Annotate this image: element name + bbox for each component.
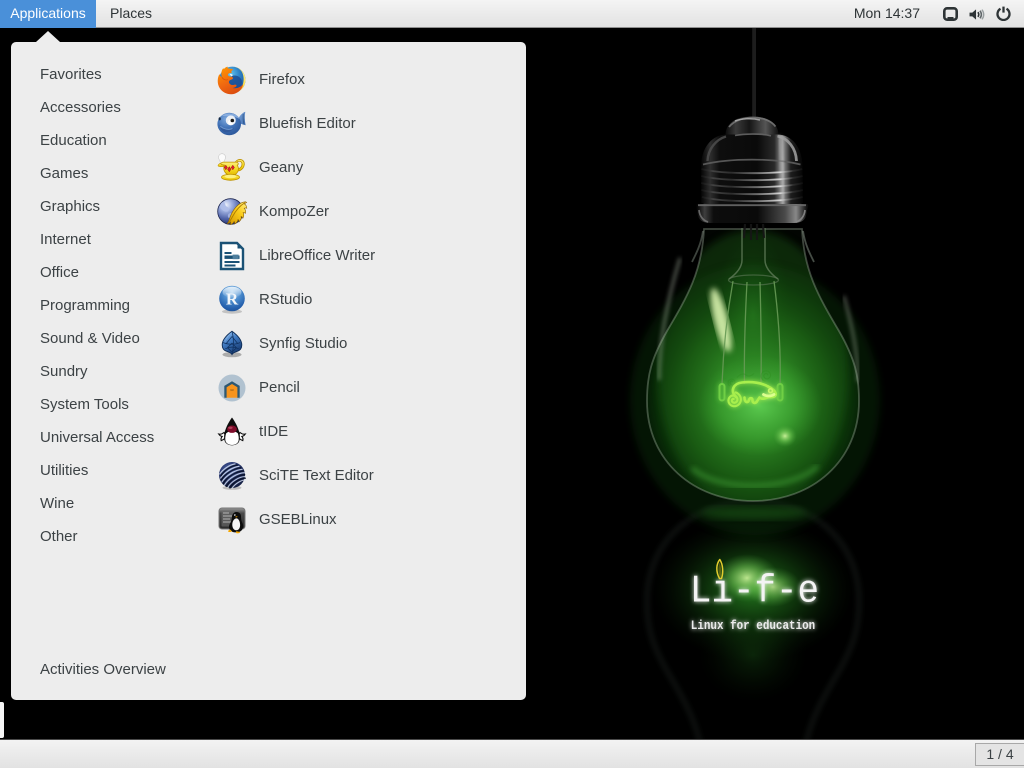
svg-text:R: R	[226, 290, 239, 309]
svg-text:Lı-f-e: Lı-f-e	[690, 570, 819, 614]
svg-text:Linux for education: Linux for education	[691, 618, 815, 633]
